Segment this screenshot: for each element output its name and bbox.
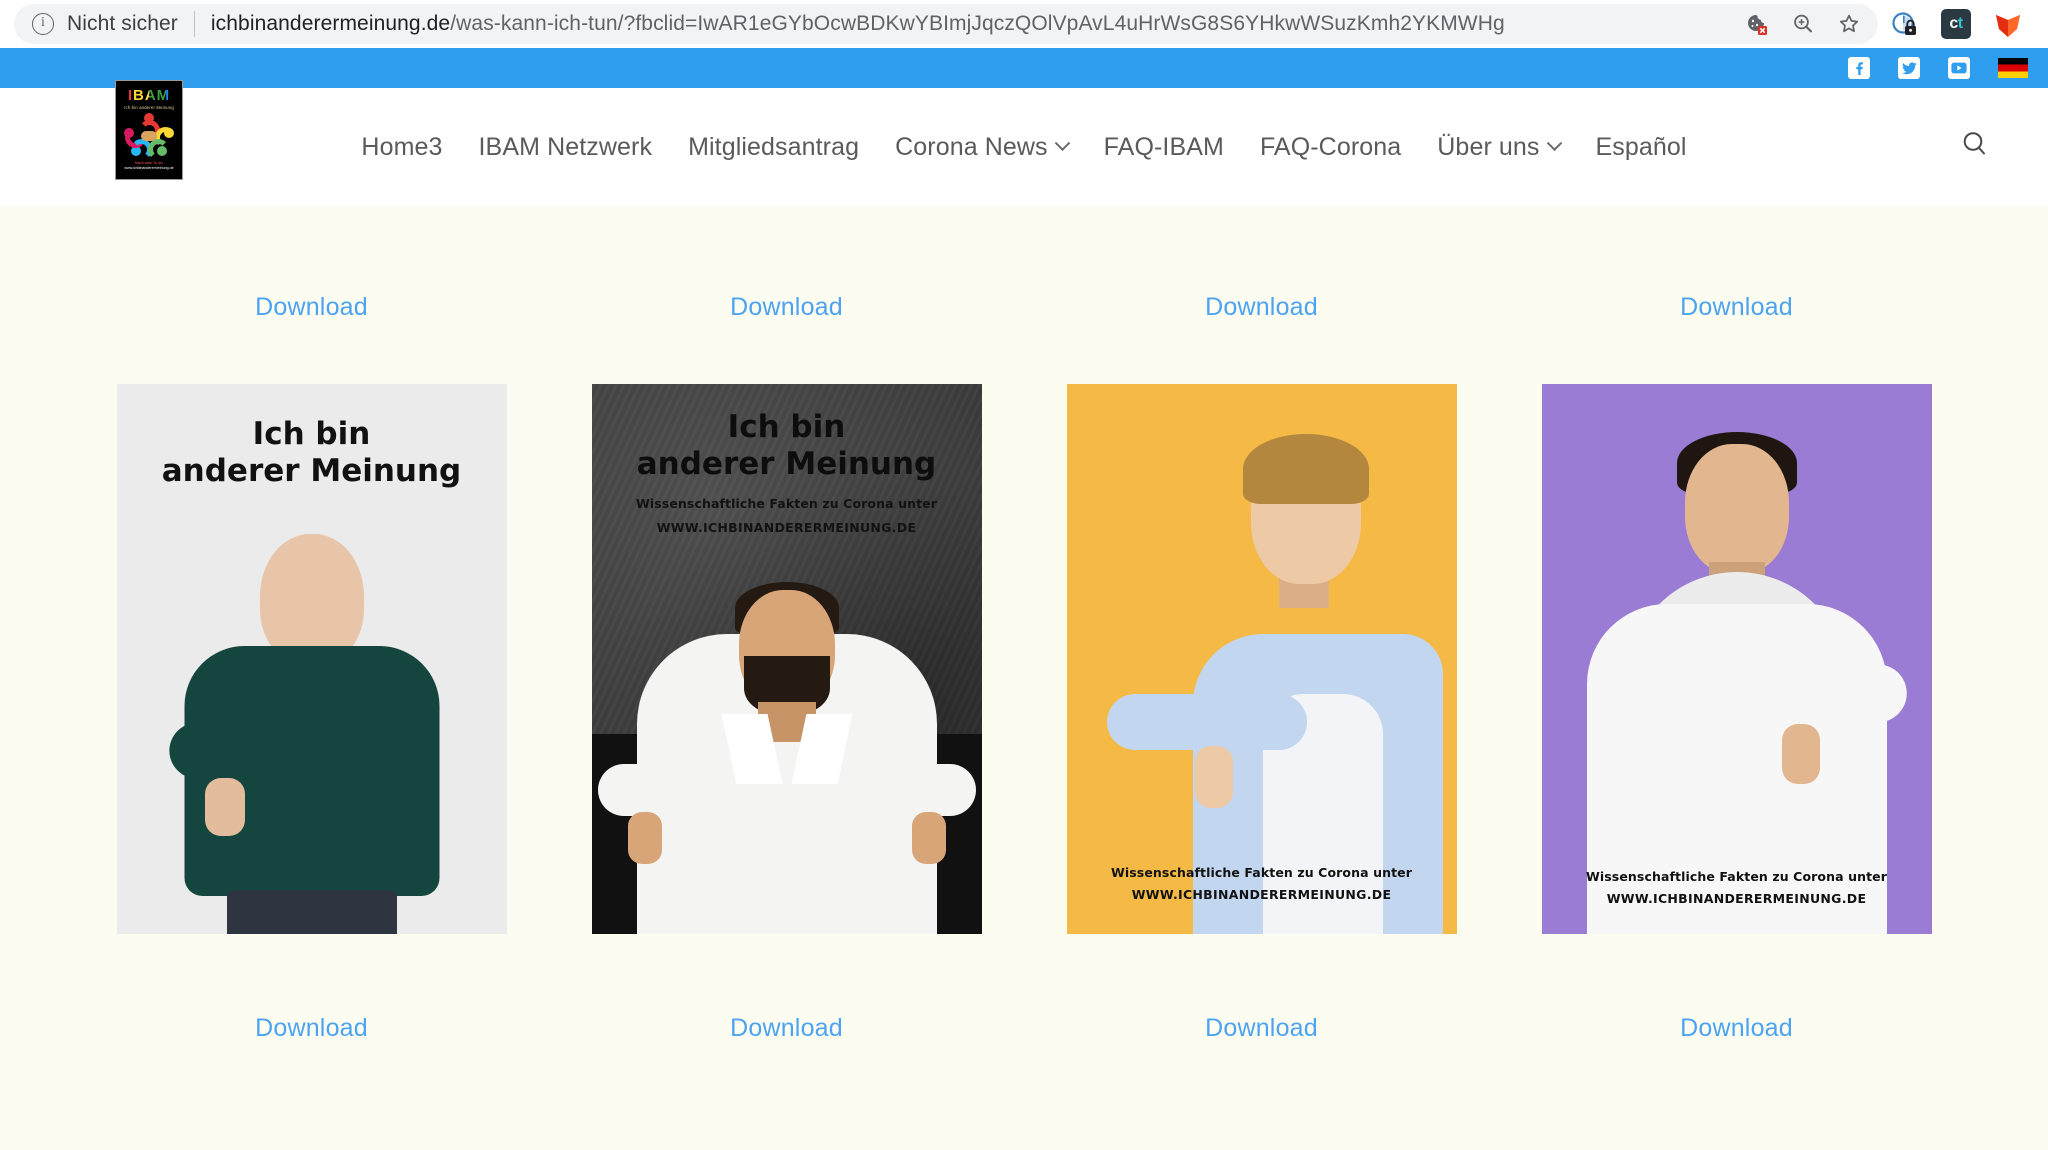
omnibox-divider <box>193 11 195 37</box>
facebook-icon[interactable] <box>1848 57 1870 79</box>
bookmark-star-icon[interactable] <box>1826 4 1872 44</box>
figure-jeans <box>226 890 397 934</box>
nav-item-mitgliedsantrag[interactable]: Mitgliedsantrag <box>670 133 877 162</box>
youtube-icon[interactable] <box>1948 57 1970 79</box>
figure-arm-right <box>875 764 976 816</box>
url-path: /was-kann-ich-tun/?fbclid=IwAR1eGYbOcwBD… <box>450 12 1505 35</box>
nav-label: Home3 <box>361 132 443 161</box>
nav-item-ibam-netzwerk[interactable]: IBAM Netzwerk <box>461 133 671 162</box>
poster-title: Ich bin anderer Meinung <box>592 409 982 482</box>
nav-label: Mitgliedsantrag <box>688 132 860 161</box>
poster-subtext-line1: Wissenschaftliche Fakten zu Corona unter <box>635 496 938 511</box>
thumbs-down-hand <box>204 778 245 836</box>
twitter-icon[interactable] <box>1898 57 1920 79</box>
url-host: ichbinanderermeinung.de <box>210 12 451 35</box>
poster-boy-yellow[interactable]: Wissenschaftliche Fakten zu Corona unter… <box>1066 384 1457 934</box>
search-icon[interactable] <box>1960 130 1990 165</box>
ct-extension-icon[interactable]: ct <box>1930 4 1982 44</box>
ct-letter-c: c <box>1949 15 1958 32</box>
main-navigation: Home3 IBAM Netzwerk Mitgliedsantrag Coro… <box>0 88 2048 206</box>
thumbs-down-hand <box>1194 746 1233 808</box>
download-link-1-bottom[interactable]: Download <box>74 1014 549 1043</box>
site-topbar <box>0 48 2048 88</box>
url-text: ichbinanderermeinung.de/was-kann-ich-tun… <box>211 12 1505 36</box>
download-link-2-top[interactable]: Download <box>549 293 1024 322</box>
browser-toolbar: Nicht sicher ichbinanderermeinung.de/was… <box>0 0 2048 48</box>
address-bar[interactable]: Nicht sicher ichbinanderermeinung.de/was… <box>14 4 1784 44</box>
download-link-1-top[interactable]: Download <box>74 293 549 322</box>
figure-hair <box>1242 434 1369 504</box>
figure-head <box>1684 444 1789 574</box>
web-page: IBAM Ich bin anderer Meinung Mach was! T… <box>0 48 2048 1150</box>
site-header: IBAM Ich bin anderer Meinung Mach was! T… <box>0 80 2048 206</box>
security-status-label: Nicht sicher <box>67 12 178 35</box>
poster-title-line1: Ich bin <box>727 409 846 445</box>
poster-gallery: Ich bin anderer Meinung Ich bin anderer … <box>74 384 1974 934</box>
download-link-2-bottom[interactable]: Download <box>549 1014 1024 1043</box>
nav-label: IBAM Netzwerk <box>478 132 653 161</box>
nav-label: FAQ-IBAM <box>1103 132 1224 161</box>
poster-title-line2: anderer Meinung <box>636 445 937 482</box>
nav-item-espanol[interactable]: Español <box>1578 133 1705 162</box>
page-content: Download Download Download Download Ich … <box>0 206 2048 1103</box>
poster-subtext-line2: WWW.ICHBINANDERERMEINUNG.DE <box>656 520 917 535</box>
download-row-top: Download Download Download Download <box>74 206 1974 322</box>
zoom-magnifier-icon[interactable] <box>1780 4 1826 44</box>
figure-arm <box>1106 694 1307 750</box>
nav-item-ueber-uns[interactable]: Über uns <box>1419 133 1577 162</box>
thumbs-down-hand-left <box>627 812 662 864</box>
download-row-bottom: Download Download Download Download <box>74 1014 1974 1103</box>
omnibox-action-group <box>1728 4 1878 44</box>
poster-title-line2: anderer Meinung <box>161 452 462 489</box>
thumbs-down-hand <box>1781 724 1820 784</box>
nav-label: Español <box>1595 132 1687 161</box>
nav-item-home3[interactable]: Home3 <box>343 133 460 162</box>
nav-item-faq-corona[interactable]: FAQ-Corona <box>1242 133 1419 162</box>
download-link-4-top[interactable]: Download <box>1499 293 1974 322</box>
nav-label: Corona News <box>895 132 1048 161</box>
chevron-down-icon <box>1054 134 1070 151</box>
poster-title: Ich bin anderer Meinung <box>117 416 507 489</box>
ct-letter-t: t <box>1957 15 1963 32</box>
malware-shield-extension-icon[interactable] <box>1982 4 2034 44</box>
privacy-lock-extension-icon[interactable] <box>1878 4 1930 44</box>
nav-item-faq-ibam[interactable]: FAQ-IBAM <box>1086 133 1242 162</box>
social-links <box>1848 48 2028 88</box>
browser-actions: ct <box>1728 4 2034 44</box>
poster-subtext-line1: Wissenschaftliche Fakten zu Corona unter <box>1585 869 1888 884</box>
cookie-blocked-icon[interactable] <box>1734 4 1780 44</box>
nav-label: FAQ-Corona <box>1259 132 1402 161</box>
chevron-down-icon <box>1546 134 1562 151</box>
figure-head <box>259 534 364 664</box>
poster-subtext-line2: WWW.ICHBINANDERERMEINUNG.DE <box>1131 887 1392 902</box>
download-link-3-top[interactable]: Download <box>1024 293 1499 322</box>
ct-extension-badge: ct <box>1941 9 1971 39</box>
poster-man-beard-dark[interactable]: Ich bin anderer Meinung Wissenschaftlich… <box>591 384 982 934</box>
figure-body <box>1586 604 1887 934</box>
poster-title-line1: Ich bin <box>252 416 371 452</box>
thumbs-down-hand-right <box>911 812 946 864</box>
german-flag-icon[interactable] <box>1998 58 2028 78</box>
poster-subtext-line2: WWW.ICHBINANDERERMEINUNG.DE <box>1606 891 1867 906</box>
download-link-3-bottom[interactable]: Download <box>1024 1014 1499 1043</box>
nav-label: Über uns <box>1437 132 1540 161</box>
figure-arm-left <box>597 764 698 816</box>
nav-item-corona-news[interactable]: Corona News <box>877 133 1086 162</box>
poster-subtext-line1: Wissenschaftliche Fakten zu Corona unter <box>1110 865 1413 880</box>
poster-man-hoodie-purple[interactable]: Wissenschaftliche Fakten zu Corona unter… <box>1541 384 1932 934</box>
download-link-4-bottom[interactable]: Download <box>1499 1014 1974 1043</box>
info-circle-icon[interactable] <box>32 13 54 35</box>
poster-woman-green[interactable]: Ich bin anderer Meinung <box>116 384 507 934</box>
